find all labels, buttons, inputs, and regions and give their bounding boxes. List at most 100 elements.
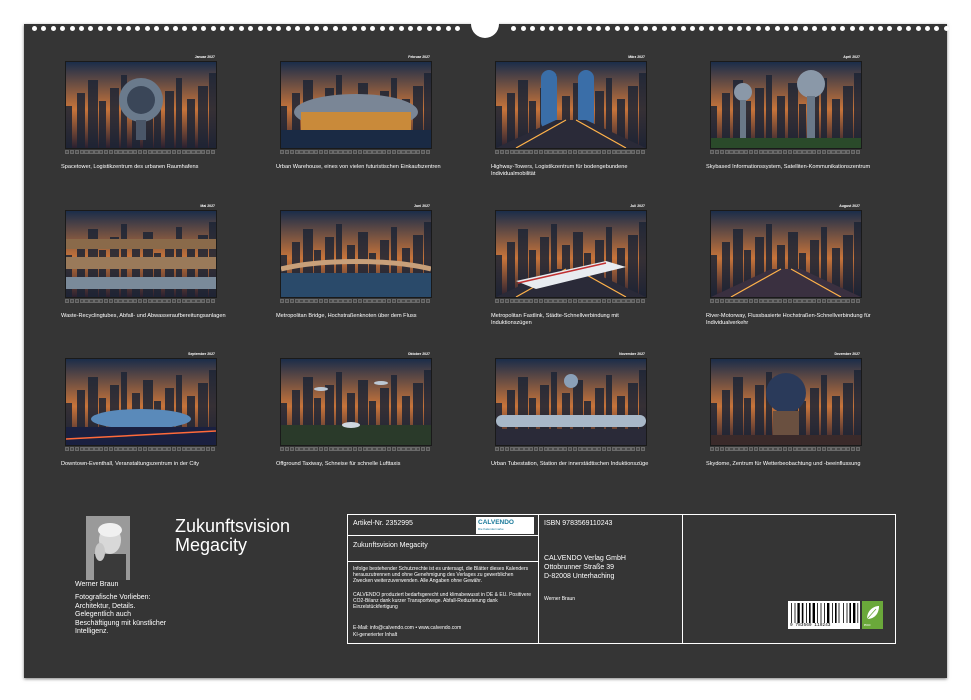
binding-hole [793,26,799,31]
binding-hole [812,26,818,31]
isbn-barcode: 9 783569 110243 [788,601,862,629]
month-label: Februar 2027 [408,55,430,59]
binding-hole [868,26,874,31]
binding-hole [238,26,244,31]
binding-hole [633,26,639,31]
month-label: Januar 2027 [194,55,215,59]
month-thumbnail [495,210,647,298]
publisher-line-2: Ottobrunner Straße 39 [544,564,615,571]
binding-hole [370,26,376,31]
isbn: ISBN 9783569110243 [544,520,613,527]
binding-hole [520,26,526,31]
month-thumbnail [65,210,217,298]
binding-hole [840,26,846,31]
month-thumbnail [495,358,647,446]
legal-notice: Infolge bestehender Schutzrechte ist es … [353,566,529,584]
binding-hole [831,26,836,31]
date-strip [495,150,646,154]
binding-hole [79,26,84,31]
divider [348,535,538,536]
binding-hole [549,26,554,31]
date-strip [65,299,216,303]
month-caption: Spacetower, Logistikzentrum des urbanen … [61,164,199,170]
binding-hole [765,26,771,31]
binding-hole [69,26,75,31]
binding-hole [50,26,56,31]
date-strip [710,299,861,303]
month-caption: Skybased Informationssystem, Satelliten-… [706,164,871,170]
product-title: Zukunftsvision Megacity [353,542,428,549]
calvendo-logo: CALVENDO Die Kalendermarke [476,517,534,534]
binding-hole [332,26,338,31]
month-caption: Downtown-Eventhall, Veranstaltungszentru… [61,461,200,467]
binding-hole [351,26,357,31]
binding-hole [718,26,724,31]
binding-hole [60,26,66,31]
month-image [66,211,216,297]
binding-hole [925,26,930,31]
binding-hole [680,26,686,31]
month-label: Mai 2027 [200,204,215,208]
binding-hole [661,26,667,31]
binding-hole [755,26,761,31]
binding-hole [248,26,254,31]
month-label: August 2027 [839,204,860,208]
month-thumbnail [710,358,862,446]
binding-hole [379,26,385,31]
binding-hole [690,26,695,31]
binding-hole [737,26,742,31]
month-label: September 2027 [188,352,215,356]
month-image [496,62,646,148]
binding-hole [342,26,348,31]
month-label: Dezember 2027 [834,352,861,356]
month-image [496,211,646,297]
contact-info: E-Mail: info@calvendo.com • www.calvendo… [353,625,462,631]
barcode-number: 9 783569 110243 [790,623,831,628]
info-column-1: Artikel-Nr. 2352995 CALVENDO Die Kalende… [348,515,539,643]
binding-hole [116,26,122,31]
month-label: März 2027 [628,55,645,59]
binding-hole [417,26,423,31]
binding-hole [859,26,865,31]
month-thumbnail [65,358,217,446]
binding-hole [746,26,752,31]
month-caption: Metropolitan Fastlink, Städte-Schnellver… [491,313,619,326]
binding-hole [426,26,432,31]
month-thumbnail [710,210,862,298]
binding-hole [624,26,630,31]
month-image [66,359,216,445]
publisher-line-1: CALVENDO Verlag GmbH [544,555,626,562]
month-image [496,359,646,445]
month-caption: Metropolitan Bridge, Hochstraßenknoten ü… [276,313,417,319]
binding-hole [88,26,94,31]
binding-hole [577,26,583,31]
month-caption: Highway-Towers, Logistikzentrum für bode… [491,164,628,177]
binding-hole [398,26,404,31]
date-strip [65,447,216,451]
author-credit: Werner Braun [544,596,576,602]
binding-hole [652,26,658,31]
publisher-info-box: Artikel-Nr. 2352995 CALVENDO Die Kalende… [347,514,896,644]
binding-hole [511,26,517,31]
binding-hole [455,26,460,31]
binding-hole [934,26,940,31]
calendar-back-page: Januar 2027 Spacetower, Logistikzentrum d… [24,16,949,678]
binding-hole [314,26,319,31]
binding-hole [267,26,272,31]
info-column-3: 9 783569 110243 eco [683,515,895,643]
date-strip [495,299,646,303]
binding-hole [727,26,733,31]
binding-hole [445,26,451,31]
calendar-title: Zukunftsvision Megacity [175,517,290,555]
ai-notice: KI-generierter Inhalt [353,632,398,638]
binding-hole [257,26,263,31]
calendar-title-line2: Megacity [175,535,248,555]
month-thumbnail [280,210,432,298]
author-photo [86,516,130,580]
binding-hole [643,26,648,31]
binding-hole [943,26,949,31]
binding-hole [849,26,855,31]
binding-hole [408,26,413,31]
binding-hole [210,26,216,31]
info-column-2: ISBN 9783569110243 CALVENDO Verlag GmbH … [539,515,683,643]
